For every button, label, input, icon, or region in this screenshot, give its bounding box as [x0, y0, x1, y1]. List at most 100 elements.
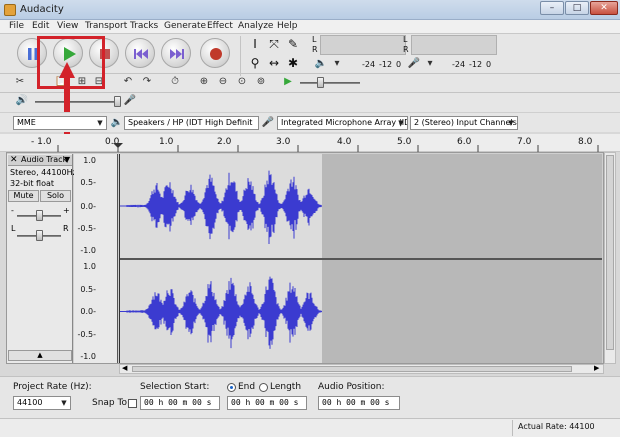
- vruler-label: -1.0: [80, 246, 96, 255]
- snap-to-checkbox[interactable]: [128, 399, 137, 408]
- menu-view[interactable]: View: [57, 21, 78, 31]
- scroll-right-icon[interactable]: ▶: [594, 364, 599, 372]
- actual-rate: Actual Rate: 44100: [518, 422, 595, 431]
- speaker-icon[interactable]: 🔈: [314, 57, 328, 71]
- cut-icon[interactable]: ✂: [13, 75, 27, 89]
- chevron-down-icon[interactable]: ▾: [330, 57, 344, 71]
- recording-meter[interactable]: [411, 35, 497, 55]
- vertical-scroll-thumb[interactable]: [606, 155, 614, 350]
- vruler-label: 0.5-: [80, 285, 96, 294]
- play-at-speed-icon[interactable]: ▶: [281, 75, 295, 89]
- menu-generate[interactable]: Generate: [164, 21, 206, 31]
- skip-to-start-button[interactable]: [125, 38, 155, 68]
- menu-analyze[interactable]: Analyze: [238, 21, 273, 31]
- amplitude-ruler: 1.0 0.5- 0.0- -0.5- -1.0 1.0 0.5- 0.0- -…: [74, 154, 118, 363]
- playback-meter[interactable]: [320, 35, 406, 55]
- solo-button[interactable]: Solo: [40, 190, 71, 202]
- close-button[interactable]: ✕: [590, 1, 618, 15]
- mute-button[interactable]: Mute: [8, 190, 39, 202]
- horizontal-scrollbar[interactable]: ◀ ▶: [119, 364, 604, 374]
- undo-icon[interactable]: ↶: [121, 75, 135, 89]
- microphone-icon: 🎤: [261, 117, 275, 128]
- output-device-select[interactable]: Speakers / HP (IDT High Definit: [124, 116, 259, 130]
- rec-scale-12: -12: [469, 60, 483, 69]
- envelope-tool-icon[interactable]: ⤧: [266, 36, 282, 52]
- redo-icon[interactable]: ↷: [140, 75, 154, 89]
- audio-host-select[interactable]: MME ▼: [13, 116, 107, 130]
- maximize-button[interactable]: □: [565, 1, 589, 15]
- vruler-label: 0.0-: [80, 307, 96, 316]
- zoom-in-icon[interactable]: ⊕: [197, 75, 211, 89]
- zoom-out-icon[interactable]: ⊖: [216, 75, 230, 89]
- menu-transport[interactable]: Transport: [85, 21, 127, 31]
- rec-meter-r: R: [403, 45, 409, 54]
- input-device-select[interactable]: Integrated Microphone Array (ID ▼: [277, 116, 408, 130]
- menu-tracks[interactable]: Tracks: [130, 21, 158, 31]
- channel-right[interactable]: [119, 260, 602, 363]
- end-radio[interactable]: [227, 383, 236, 392]
- selection-start-label: Selection Start:: [140, 382, 210, 392]
- menu-bar: File Edit View Transport Tracks Generate…: [0, 20, 620, 34]
- audio-position-field[interactable]: 00 h 00 m 00 s: [318, 396, 400, 410]
- selection-toolbar: Project Rate (Hz): 44100 ▼ Snap To Select…: [0, 376, 620, 418]
- sync-lock-icon[interactable]: ⏱: [168, 75, 182, 89]
- skip-to-start-icon: [134, 49, 148, 59]
- horizontal-scroll-thumb[interactable]: [132, 366, 572, 372]
- skip-to-end-button[interactable]: [161, 38, 191, 68]
- fit-project-icon[interactable]: ⊚: [254, 75, 268, 89]
- track-bit-depth: 32-bit float: [10, 179, 55, 188]
- rec-scale-24: -24: [452, 60, 466, 69]
- minimize-button[interactable]: –: [540, 1, 564, 15]
- toolbar-row-separator: [0, 92, 620, 93]
- menu-edit[interactable]: Edit: [32, 21, 49, 31]
- waveform-right: [119, 276, 322, 349]
- channel-left[interactable]: [119, 154, 602, 258]
- gain-plus-label: +: [63, 206, 70, 215]
- vertical-scrollbar[interactable]: [604, 152, 616, 364]
- project-rate-select[interactable]: 44100 ▼: [13, 396, 71, 410]
- gain-minus-label: -: [11, 206, 14, 215]
- play-speed-thumb[interactable]: [317, 77, 324, 88]
- multi-tool-icon[interactable]: ✱: [285, 55, 301, 71]
- rec-scale-0: 0: [486, 60, 492, 69]
- audio-position-label: Audio Position:: [318, 382, 385, 392]
- status-divider: [512, 420, 513, 436]
- track-name[interactable]: Audio Track: [21, 155, 67, 164]
- menu-effect[interactable]: Effect: [207, 21, 233, 31]
- input-channels-select[interactable]: 2 (Stereo) Input Channels ▼: [410, 116, 518, 130]
- audio-host-value: MME: [17, 118, 36, 127]
- window-title: Audacity: [20, 4, 64, 15]
- gain-thumb[interactable]: [36, 210, 43, 221]
- scroll-left-icon[interactable]: ◀: [122, 364, 127, 372]
- play-scale-12: -12: [379, 60, 393, 69]
- close-icon[interactable]: ✕: [10, 155, 18, 165]
- selection-start-field[interactable]: 00 h 00 m 00 s: [140, 396, 220, 410]
- vruler-label: 0.5-: [80, 178, 96, 187]
- vruler-label: 0.0-: [80, 202, 96, 211]
- selection-tool-icon[interactable]: I: [247, 36, 263, 52]
- chevron-down-icon[interactable]: ▾: [423, 57, 437, 71]
- zoom-tool-icon[interactable]: ⚲: [247, 55, 263, 71]
- record-button[interactable]: [200, 38, 230, 68]
- output-volume-thumb[interactable]: [114, 96, 121, 107]
- vruler-label: -1.0: [80, 352, 96, 361]
- timeshift-tool-icon[interactable]: ↔: [266, 55, 282, 71]
- play-scale-24: -24: [362, 60, 376, 69]
- length-radio[interactable]: [259, 383, 268, 392]
- fit-selection-icon[interactable]: ⊙: [235, 75, 249, 89]
- menu-file[interactable]: File: [9, 21, 24, 31]
- chevron-down-icon: ▼: [61, 399, 67, 407]
- collapse-track-button[interactable]: ▲: [8, 350, 72, 361]
- timeline-ruler[interactable]: - 1.0 0.0 1.0 2.0 3.0 4.0 5.0 6.0 7.0 8.…: [0, 134, 620, 152]
- play-speed-slider[interactable]: [300, 82, 360, 84]
- selection-end-field[interactable]: 00 h 00 m 00 s: [227, 396, 307, 410]
- track-name-bar[interactable]: ✕ Audio Track ▼: [8, 155, 72, 166]
- status-bar: Actual Rate: 44100: [0, 418, 620, 437]
- menu-help[interactable]: Help: [277, 21, 298, 31]
- draw-tool-icon[interactable]: ✎: [285, 36, 301, 52]
- microphone-icon[interactable]: 🎤: [407, 57, 421, 71]
- vruler-label: 1.0: [83, 262, 96, 271]
- selection-end-value: 00 h 00 m 00 s: [231, 398, 299, 407]
- pan-thumb[interactable]: [36, 230, 43, 241]
- length-label: Length: [270, 382, 302, 392]
